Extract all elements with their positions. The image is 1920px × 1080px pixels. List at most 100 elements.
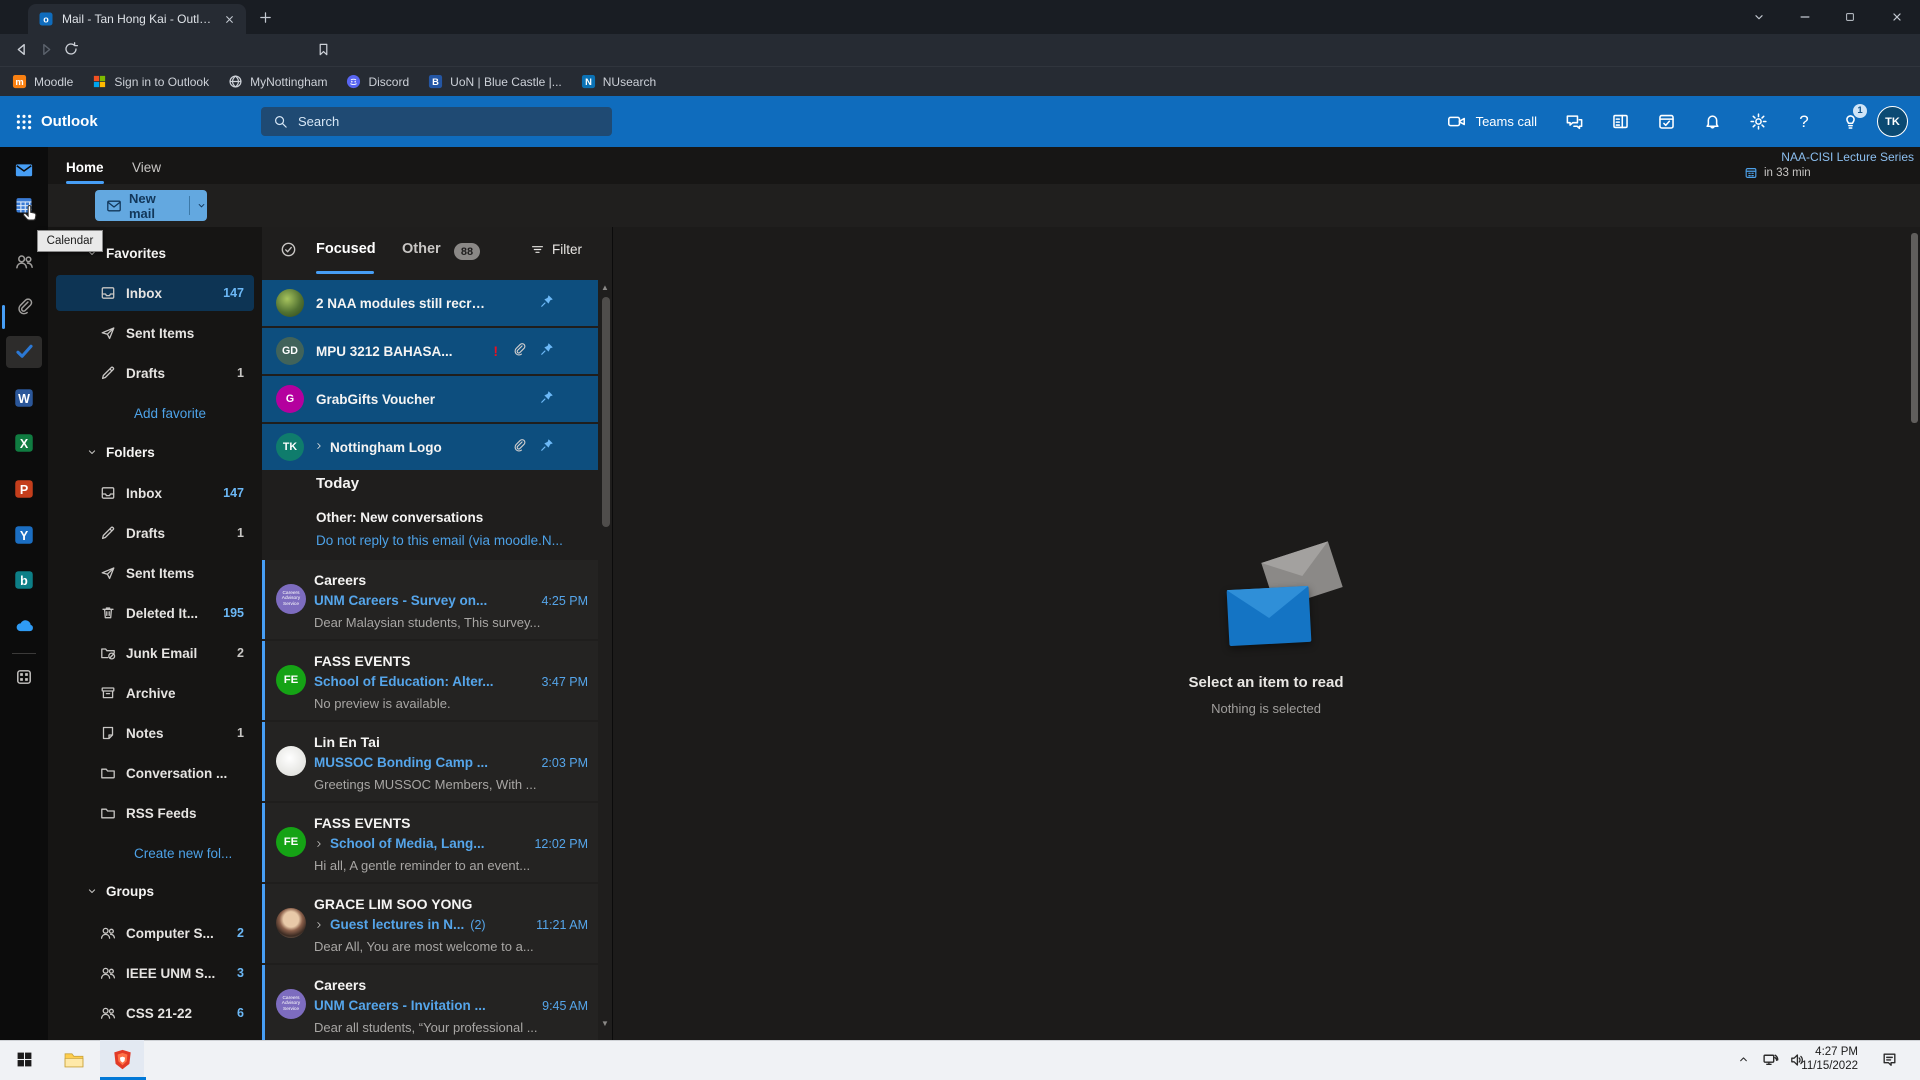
browser-tab[interactable]: o Mail - Tan Hong Kai - Outlook [28, 4, 246, 34]
sidebar-item-inbox[interactable]: Inbox 147 [56, 275, 254, 311]
pinned-email-row[interactable]: G GrabGifts Voucher [262, 376, 598, 422]
folder-icon [100, 765, 116, 781]
attachment-icon [512, 342, 526, 356]
bookmark-item-1[interactable]: Sign in to Outlook [92, 74, 209, 89]
new-mail-chevron-icon[interactable] [196, 200, 207, 211]
chat-button[interactable] [1551, 96, 1597, 147]
window-close-icon[interactable] [1890, 10, 1904, 24]
pinned-email-row[interactable]: GD MPU 3212 BAHASA... ! [262, 328, 598, 374]
email-row[interactable]: FE FASS EVENTS School of Education: Alte… [262, 641, 598, 720]
sidebar-item-computer-s-[interactable]: Computer S... 2 [56, 915, 254, 951]
email-row[interactable]: CareersAdvisoryService Careers UNM Caree… [262, 560, 598, 639]
notifications-button[interactable] [1689, 96, 1735, 147]
tips-button[interactable]: 1 [1827, 96, 1873, 147]
new-tab-icon[interactable] [258, 10, 273, 25]
search-input[interactable]: Search [261, 107, 612, 136]
sidebar-item-drafts[interactable]: Drafts 1 [56, 355, 254, 391]
email-row[interactable]: FE FASS EVENTS School of Media, Lang... … [262, 803, 598, 882]
sidebar-section-folders[interactable]: Folders [56, 434, 254, 470]
sidebar-item-sent-items[interactable]: Sent Items [56, 555, 254, 591]
email-row[interactable]: Lin En Tai MUSSOC Bonding Camp ... 2:03 … [262, 722, 598, 801]
tab-other[interactable]: Other [402, 241, 441, 257]
chevron-down-icon [86, 446, 98, 458]
pinned-email-row[interactable]: 2 NAA modules still recruit stu... [262, 280, 598, 326]
tab-focused[interactable]: Focused [316, 241, 376, 257]
sidebar-item-deleted-it-[interactable]: Deleted It... 195 [56, 595, 254, 631]
sidebar-item-conversation-[interactable]: Conversation ... [56, 755, 254, 791]
reload-icon[interactable] [63, 41, 79, 57]
pinned-email-row[interactable]: TK Nottingham Logo [262, 424, 598, 470]
back-icon[interactable] [13, 41, 30, 58]
sidebar-item-junk-email[interactable]: Junk Email 2 [56, 635, 254, 671]
sidebar-item-ieee-unm-s-[interactable]: IEEE UNM S... 3 [56, 955, 254, 991]
rail-item-bing[interactable]: b [0, 570, 48, 590]
rail-item-people[interactable] [0, 252, 48, 271]
email-row[interactable]: GRACE LIM SOO YONG Guest lectures in N..… [262, 884, 598, 963]
rail-item-todo[interactable] [0, 342, 48, 361]
help-button[interactable]: ? [1781, 96, 1827, 147]
account-avatar[interactable]: TK [1877, 106, 1908, 137]
rail-item-attachments[interactable] [0, 297, 48, 315]
sidebar-item-sent-items[interactable]: Sent Items [56, 315, 254, 351]
list-scrollbar-thumb[interactable] [602, 297, 610, 527]
rail-item-excel[interactable]: X [0, 433, 48, 453]
sidebar-item-notes[interactable]: Notes 1 [56, 715, 254, 751]
bookmark-item-5[interactable]: NNUsearch [581, 74, 656, 89]
tab-close-icon[interactable] [223, 13, 236, 26]
network-button[interactable] [1756, 1040, 1784, 1079]
rail-item-powerpoint[interactable]: P [0, 479, 48, 499]
select-all-icon[interactable] [280, 241, 297, 258]
bookmark-icon[interactable] [316, 42, 331, 57]
calendar-reminder[interactable]: NAA-CISI Lecture Series in 33 min [1744, 150, 1914, 180]
immersive-reader-button[interactable] [1597, 96, 1643, 147]
action-center-button[interactable] [1872, 1040, 1906, 1079]
file-explorer-button[interactable] [52, 1040, 96, 1079]
rail-item-word[interactable]: W [0, 388, 48, 408]
window-maximize-icon[interactable] [1844, 11, 1856, 23]
teams-call-button[interactable]: Teams call [1447, 112, 1537, 131]
other-conversations-link[interactable]: Do not reply to this email (via moodle.N… [316, 533, 563, 548]
yammer-icon: Y [14, 525, 34, 545]
sidebar-link-add-favorite[interactable]: Add favorite [134, 395, 206, 431]
sidebar-item-inbox[interactable]: Inbox 147 [56, 475, 254, 511]
rail-item-mail[interactable] [0, 160, 48, 180]
bookmark-item-4[interactable]: BUoN | Blue Castle |... [428, 74, 562, 89]
sidebar-item-rss-feeds[interactable]: RSS Feeds [56, 795, 254, 831]
tray-expand-button[interactable] [1730, 1040, 1756, 1079]
sidebar-item-drafts[interactable]: Drafts 1 [56, 515, 254, 551]
sidebar-link-create-new-fol-[interactable]: Create new fol... [134, 835, 232, 871]
email-preview: Dear all students, “Your professional ..… [314, 1020, 586, 1035]
file-explorer-icon [63, 1049, 85, 1071]
ribbon-tab-view[interactable]: View [132, 154, 161, 180]
ribbon-tab-home[interactable]: Home [66, 154, 104, 180]
envelope-illustration-front [1227, 586, 1312, 646]
filter-icon[interactable] [530, 242, 545, 257]
app-launcher-icon[interactable] [15, 113, 33, 131]
sidebar-section-groups[interactable]: Groups [56, 873, 254, 909]
filter-label[interactable]: Filter [552, 242, 582, 257]
list-scroll-up[interactable]: ▲ [599, 283, 611, 292]
sidebar-item-archive[interactable]: Archive [56, 675, 254, 711]
rail-item-yammer[interactable]: Y [0, 525, 48, 545]
bookmark-item-2[interactable]: MyNottingham [228, 74, 327, 89]
brave-taskbar-button[interactable] [100, 1040, 144, 1079]
new-mail-button[interactable]: New mail [95, 190, 207, 221]
taskbar-clock[interactable]: 4:27 PM 11/15/2022 [1796, 1045, 1858, 1073]
rail-item-more-apps[interactable] [0, 668, 48, 686]
window-minimize-icon[interactable] [1798, 10, 1812, 24]
my-day-button[interactable] [1643, 96, 1689, 147]
tips-badge: 1 [1853, 104, 1867, 118]
bookmark-item-0[interactable]: mMoodle [12, 74, 73, 89]
settings-button[interactable] [1735, 96, 1781, 147]
start-button[interactable] [2, 1040, 46, 1079]
pinned-subject: Nottingham Logo [330, 440, 442, 455]
list-scroll-down[interactable]: ▼ [599, 1019, 611, 1028]
sidebar-item-css-21-22[interactable]: CSS 21-22 6 [56, 995, 254, 1031]
bookmark-item-3[interactable]: Discord [346, 74, 409, 89]
rail-item-onedrive[interactable] [0, 616, 48, 637]
forward-icon[interactable] [38, 41, 55, 58]
email-row[interactable]: CareersAdvisoryService Careers UNM Caree… [262, 965, 598, 1040]
page-scrollbar-thumb[interactable] [1911, 233, 1918, 423]
people-icon [100, 925, 116, 941]
tab-search-icon[interactable] [1752, 10, 1766, 24]
